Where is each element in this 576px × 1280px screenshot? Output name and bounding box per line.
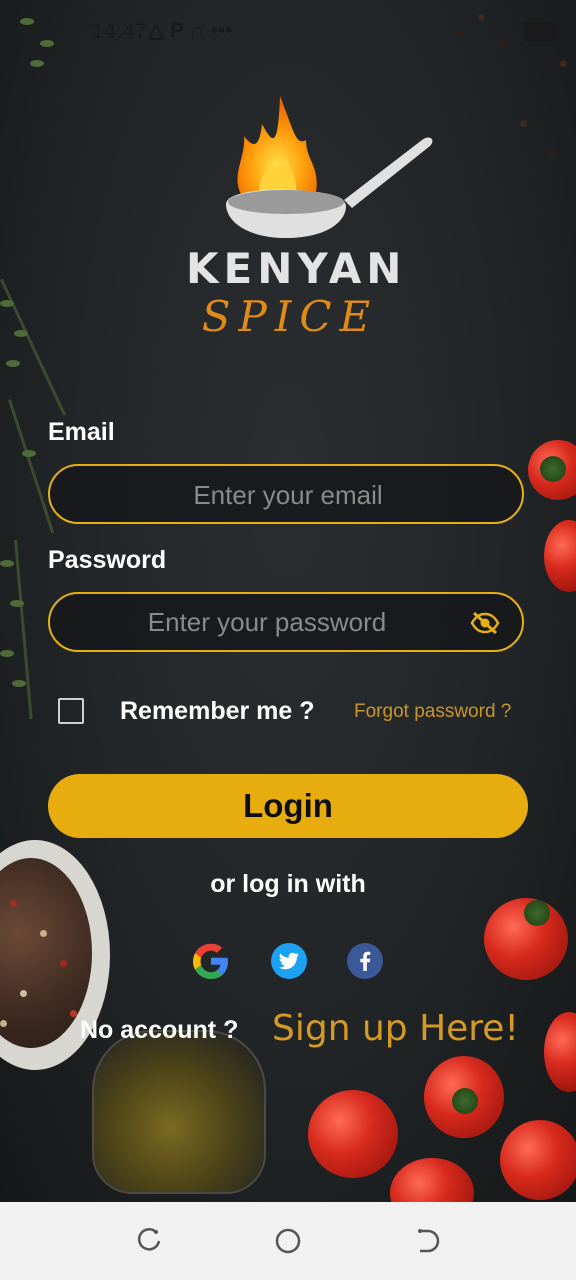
eye-slash-icon[interactable] <box>470 611 500 635</box>
status-time: 14:47 <box>92 20 148 43</box>
email-label: Email <box>48 418 115 446</box>
twitter-icon[interactable] <box>268 940 310 982</box>
signup-link[interactable]: Sign up Here! <box>272 1008 519 1049</box>
google-icon[interactable] <box>190 940 232 982</box>
email-field-wrapper <box>48 464 526 524</box>
brand-name: KENYAN <box>186 244 407 293</box>
no-account-label: No account ? <box>80 1016 239 1044</box>
password-label: Password <box>48 546 167 574</box>
email-input[interactable] <box>50 466 526 524</box>
recent-apps-icon[interactable] <box>134 1226 164 1256</box>
forgot-password-link[interactable]: Forgot password ? <box>354 701 511 723</box>
battery-icon <box>524 22 558 42</box>
facebook-icon[interactable] <box>344 940 386 982</box>
brand-subtitle: SPICE <box>201 292 379 341</box>
login-screen: 14:47 △ P ∩ ••• KENYAN SPICE Email Passw… <box>0 0 576 1202</box>
password-field-wrapper <box>48 592 524 652</box>
login-button[interactable]: Login <box>48 774 528 838</box>
home-icon[interactable] <box>273 1226 303 1256</box>
remember-label[interactable]: Remember me ? <box>120 697 315 726</box>
status-icons: △ P ∩ ••• <box>148 19 233 42</box>
back-icon[interactable] <box>412 1226 442 1256</box>
system-nav-bar <box>0 1202 576 1280</box>
remember-checkbox[interactable] <box>58 698 84 724</box>
or-login-with-label: or log in with <box>210 870 366 898</box>
password-input[interactable] <box>50 594 522 650</box>
logo-flame-pan-icon <box>226 96 433 238</box>
